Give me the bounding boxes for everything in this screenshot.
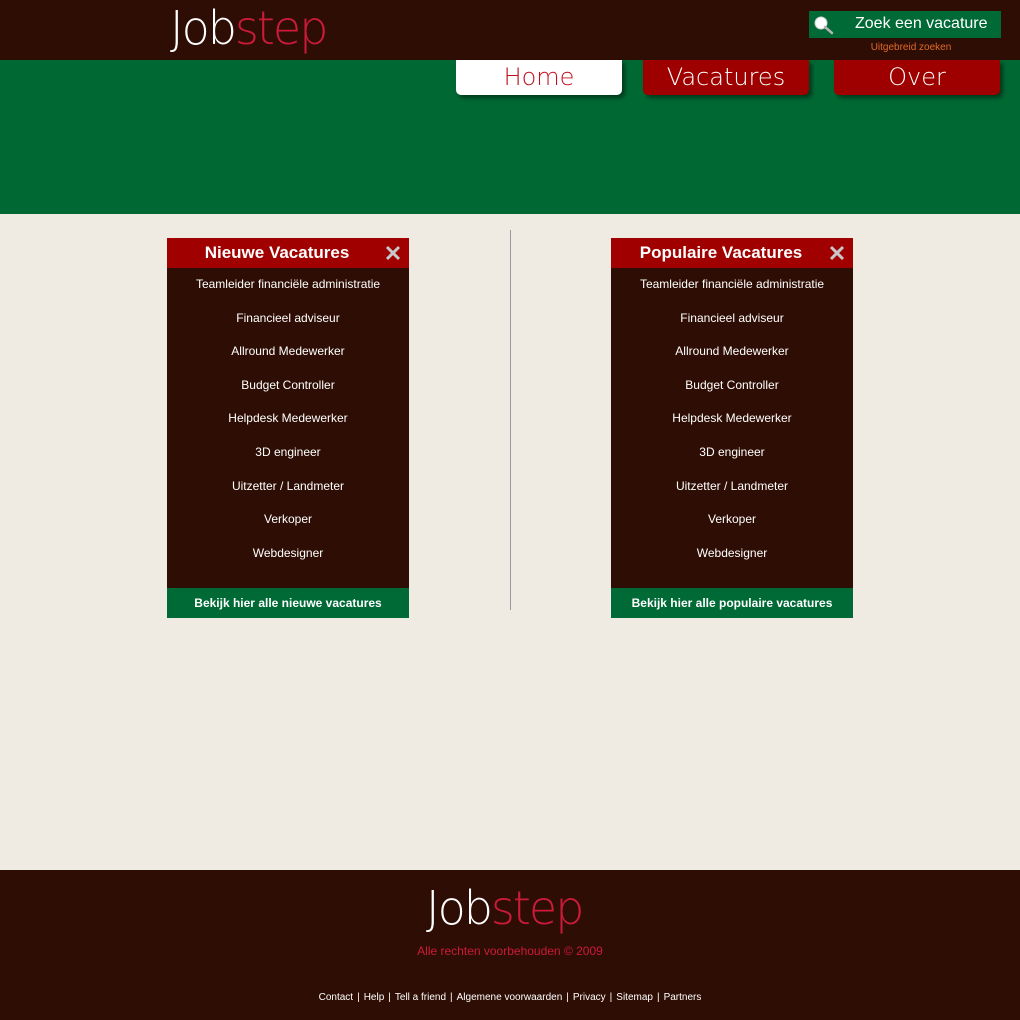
list-item[interactable]: 3D engineer xyxy=(167,436,409,470)
top-bar: Jobstep Zoek een vacature Uitgebreid zoe… xyxy=(0,0,1020,60)
list-item[interactable]: 3D engineer xyxy=(611,436,853,470)
separator: | xyxy=(450,992,453,1003)
list-item[interactable]: Webdesigner xyxy=(611,537,853,571)
tab-vacatures[interactable]: Vacatures xyxy=(643,60,809,95)
list-item[interactable]: Allround Medewerker xyxy=(611,335,853,369)
logo-text-job: Job xyxy=(170,1,237,55)
footer-link-privacy[interactable]: Privacy xyxy=(573,992,606,1003)
new-vacancies-panel: Nieuwe Vacatures Teamleider financiële a… xyxy=(167,238,409,618)
new-vacancies-header: Nieuwe Vacatures xyxy=(167,238,409,268)
separator: | xyxy=(656,992,660,1003)
list-item[interactable]: Uitzetter / Landmeter xyxy=(611,470,853,504)
list-item[interactable]: Verkoper xyxy=(167,503,409,537)
search-box[interactable]: Zoek een vacature xyxy=(809,11,1001,38)
search-placeholder: Zoek een vacature xyxy=(855,15,988,32)
list-item[interactable]: Financieel adviseur xyxy=(611,302,853,336)
separator: | xyxy=(566,992,569,1003)
all-new-vacancies-link[interactable]: Bekijk hier alle nieuwe vacatures xyxy=(167,588,409,618)
footer-link-help[interactable]: Help xyxy=(364,992,385,1003)
list-item[interactable]: Teamleider financiële administratie xyxy=(167,268,409,302)
logo-text-step: step xyxy=(490,881,585,935)
new-vacancies-title: Nieuwe Vacatures xyxy=(204,243,350,262)
logo-text-job: Job xyxy=(426,881,493,935)
separator: | xyxy=(609,992,613,1003)
new-vacancies-list: Teamleider financiële administratie Fina… xyxy=(167,268,409,570)
list-item[interactable]: Helpdesk Medewerker xyxy=(167,402,409,436)
popular-vacancies-title: Populaire Vacatures xyxy=(639,243,803,262)
list-item[interactable]: Budget Controller xyxy=(611,369,853,403)
separator: | xyxy=(388,992,391,1003)
logo-text-step: step xyxy=(234,1,329,55)
footer-links: Contact | Help | Tell a friend | Algemene voor… xyxy=(0,992,1020,1003)
close-icon[interactable] xyxy=(385,245,401,261)
list-item[interactable]: Budget Controller xyxy=(167,369,409,403)
list-item[interactable]: Verkoper xyxy=(611,503,853,537)
popular-vacancies-panel: Populaire Vacatures Teamleider financiël… xyxy=(611,238,853,618)
list-item[interactable]: Helpdesk Medewerker xyxy=(611,402,853,436)
jobstep-logo[interactable]: Jobstep xyxy=(170,0,329,56)
footer-link-tell-a-friend[interactable]: Tell a friend xyxy=(395,992,446,1003)
tab-home[interactable]: Home xyxy=(456,60,622,95)
column-divider xyxy=(510,230,511,610)
page-footer: Jobstep Alle rechten voorbehouden © 2009… xyxy=(0,870,1020,1020)
close-icon[interactable] xyxy=(829,245,845,261)
footer-link-contact[interactable]: Contact xyxy=(319,992,353,1003)
popular-vacancies-header: Populaire Vacatures xyxy=(611,238,853,268)
all-popular-vacancies-link[interactable]: Bekijk hier alle populaire vacatures xyxy=(611,588,853,618)
list-item[interactable]: Webdesigner xyxy=(167,537,409,571)
footer-link-partners[interactable]: Partners xyxy=(664,992,702,1003)
footer-logo[interactable]: Jobstep xyxy=(426,880,585,936)
footer-link-sitemap[interactable]: Sitemap xyxy=(616,992,653,1003)
list-item[interactable]: Teamleider financiële administratie xyxy=(611,268,853,302)
list-item[interactable]: Financieel adviseur xyxy=(167,302,409,336)
list-item[interactable]: Allround Medewerker xyxy=(167,335,409,369)
copyright-text: Alle rechten voorbehouden © 2009 xyxy=(417,944,603,958)
footer-link-terms[interactable]: Algemene voorwaarden xyxy=(457,992,563,1003)
search-icon xyxy=(814,16,834,35)
separator: | xyxy=(357,992,360,1003)
tab-over[interactable]: Over xyxy=(834,60,1000,95)
popular-vacancies-list: Teamleider financiële administratie Fina… xyxy=(611,268,853,570)
list-item[interactable]: Uitzetter / Landmeter xyxy=(167,470,409,504)
advanced-search-link[interactable]: Uitgebreid zoeken xyxy=(809,42,1013,53)
